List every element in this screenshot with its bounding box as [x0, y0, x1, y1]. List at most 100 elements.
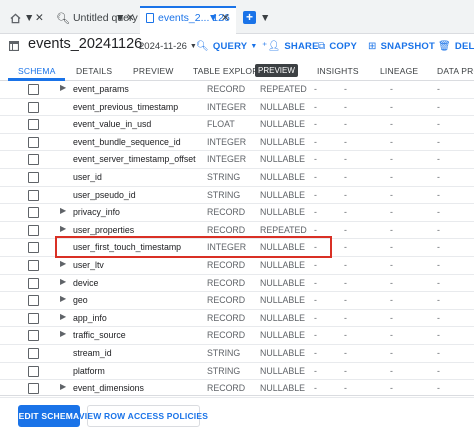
- expand-arrow-icon[interactable]: ▶: [60, 206, 66, 215]
- field-name: user_first_touch_timestamp: [73, 242, 182, 253]
- tab-lineage[interactable]: LINEAGE: [380, 66, 418, 76]
- tab-data-profile[interactable]: DATA PROF: [437, 66, 474, 76]
- field-key: -: [314, 189, 317, 200]
- tab-schema[interactable]: SCHEMA: [18, 66, 56, 76]
- field-name: event_previous_timestamp: [73, 101, 179, 112]
- tab-insights[interactable]: INSIGHTS: [317, 66, 359, 76]
- delete-button[interactable]: 🗑︎ DELETE: [438, 39, 474, 53]
- copy-button[interactable]: ⧉ COPY: [318, 39, 357, 53]
- date-selector[interactable]: 2024-11-26 ▼: [139, 39, 197, 53]
- row-checkbox[interactable]: [28, 347, 39, 359]
- add-tab-icon[interactable]: +: [243, 11, 256, 24]
- table-row[interactable]: user_id STRING NULLABLE - - - -: [0, 169, 474, 187]
- row-checkbox[interactable]: [28, 101, 39, 113]
- table-row[interactable]: event_value_in_usd FLOAT NULLABLE - - - -: [0, 116, 474, 134]
- row-checkbox[interactable]: [28, 189, 39, 201]
- table-row[interactable]: ▶ app_info RECORD NULLABLE - - - -: [0, 310, 474, 328]
- row-checkbox[interactable]: [28, 171, 39, 183]
- chevron-down-icon[interactable]: ▼: [115, 8, 125, 28]
- table-row[interactable]: event_previous_timestamp INTEGER NULLABLE -…: [0, 99, 474, 117]
- table-row[interactable]: platform STRING NULLABLE - - - -: [0, 363, 474, 381]
- table-row[interactable]: event_server_timestamp_offset INTEGER NULL…: [0, 151, 474, 169]
- close-icon[interactable]: ✕: [221, 8, 230, 28]
- snapshot-button[interactable]: ⊞ SNAPSHOT: [368, 39, 435, 53]
- row-checkbox[interactable]: [28, 312, 39, 324]
- field-mode: NULLABLE: [260, 171, 305, 182]
- expand-arrow-icon[interactable]: ▶: [60, 224, 66, 233]
- table-row[interactable]: event_bundle_sequence_id INTEGER NULLABLE -…: [0, 134, 474, 152]
- expand-arrow-icon[interactable]: ▶: [60, 329, 66, 338]
- field-key: -: [314, 330, 317, 341]
- copy-label: COPY: [329, 40, 358, 52]
- row-checkbox[interactable]: [28, 259, 39, 271]
- table-row[interactable]: user_pseudo_id STRING NULLABLE - - - -: [0, 187, 474, 205]
- schema-table: ▶ event_params RECORD REPEATED - - - - event_pre…: [0, 81, 474, 398]
- row-checkbox[interactable]: [28, 119, 39, 131]
- tab-preview[interactable]: PREVIEW: [133, 66, 174, 76]
- expand-arrow-icon[interactable]: ▶: [60, 259, 66, 268]
- table-row[interactable]: ▶ traffic_source RECORD NULLABLE - - - -: [0, 327, 474, 345]
- field-default-value: -: [390, 224, 393, 235]
- table-row[interactable]: ▶ user_properties RECORD REPEATED - - - -: [0, 222, 474, 240]
- field-type: RECORD: [207, 207, 246, 218]
- search-icon: 🔍︎: [196, 40, 209, 52]
- date-value: 2024-11-26: [139, 40, 187, 52]
- table-row[interactable]: ▶ user_ltv RECORD NULLABLE - - - -: [0, 257, 474, 275]
- expand-arrow-icon[interactable]: ▶: [60, 294, 66, 303]
- trash-icon: 🗑︎: [438, 40, 451, 52]
- row-checkbox[interactable]: [28, 277, 39, 289]
- field-policy-tags: -: [437, 189, 440, 200]
- field-name: user_ltv: [73, 259, 104, 270]
- chevron-down-icon[interactable]: ▼: [24, 8, 34, 28]
- row-checkbox[interactable]: [28, 365, 39, 377]
- edit-schema-button[interactable]: EDIT SCHEMA: [18, 405, 80, 427]
- field-policy-tags: -: [437, 84, 440, 94]
- field-default-value: -: [390, 277, 393, 288]
- table-row[interactable]: ▶ privacy_info RECORD NULLABLE - - - -: [0, 204, 474, 222]
- expand-arrow-icon[interactable]: ▶: [60, 277, 66, 286]
- table-row[interactable]: stream_id STRING NULLABLE - - - -: [0, 345, 474, 363]
- row-checkbox[interactable]: [28, 295, 39, 307]
- table-row[interactable]: ▶ geo RECORD NULLABLE - - - -: [0, 292, 474, 310]
- close-icon[interactable]: ✕: [35, 8, 44, 28]
- chevron-down-icon[interactable]: ▼: [260, 8, 270, 28]
- view-row-access-policies-button[interactable]: VIEW ROW ACCESS POLICIES: [79, 405, 208, 427]
- row-checkbox[interactable]: [28, 136, 39, 148]
- field-collation: -: [344, 259, 347, 270]
- table-row[interactable]: user_first_touch_timestamp INTEGER NULLABL…: [0, 239, 474, 257]
- field-type: STRING: [207, 365, 241, 376]
- field-mode: NULLABLE: [260, 295, 305, 306]
- close-icon[interactable]: ✕: [126, 8, 135, 28]
- field-type: RECORD: [207, 330, 246, 341]
- field-name: privacy_info: [73, 207, 120, 218]
- row-checkbox[interactable]: [28, 242, 39, 254]
- field-name: user_properties: [73, 224, 135, 235]
- field-key: -: [314, 295, 317, 306]
- field-policy-tags: -: [437, 365, 440, 376]
- home-icon[interactable]: [10, 8, 22, 28]
- field-key: -: [314, 207, 317, 218]
- field-name: event_value_in_usd: [73, 119, 152, 130]
- table-row[interactable]: ▶ device RECORD NULLABLE - - - -: [0, 275, 474, 293]
- row-checkbox[interactable]: [28, 207, 39, 219]
- row-checkbox[interactable]: [28, 383, 39, 395]
- field-policy-tags: -: [437, 136, 440, 147]
- query-button[interactable]: 🔍︎ QUERY ▼: [196, 39, 257, 53]
- expand-arrow-icon[interactable]: ▶: [60, 382, 66, 391]
- row-checkbox[interactable]: [28, 224, 39, 236]
- field-mode: NULLABLE: [260, 259, 305, 270]
- share-button[interactable]: ⁺👤︎ SHARE: [262, 39, 319, 53]
- row-checkbox[interactable]: [28, 84, 39, 95]
- field-default-value: -: [390, 242, 393, 253]
- chevron-down-icon[interactable]: ▼: [208, 8, 218, 28]
- row-checkbox[interactable]: [28, 154, 39, 166]
- field-default-value: -: [390, 84, 393, 94]
- row-checkbox[interactable]: [28, 330, 39, 342]
- expand-arrow-icon[interactable]: ▶: [60, 83, 66, 92]
- field-mode: NULLABLE: [260, 189, 305, 200]
- field-type: RECORD: [207, 259, 246, 270]
- tab-details[interactable]: DETAILS: [76, 66, 112, 76]
- expand-arrow-icon[interactable]: ▶: [60, 312, 66, 321]
- table-row[interactable]: ▶ event_params RECORD REPEATED - - - -: [0, 81, 474, 99]
- query-label: QUERY: [212, 40, 248, 52]
